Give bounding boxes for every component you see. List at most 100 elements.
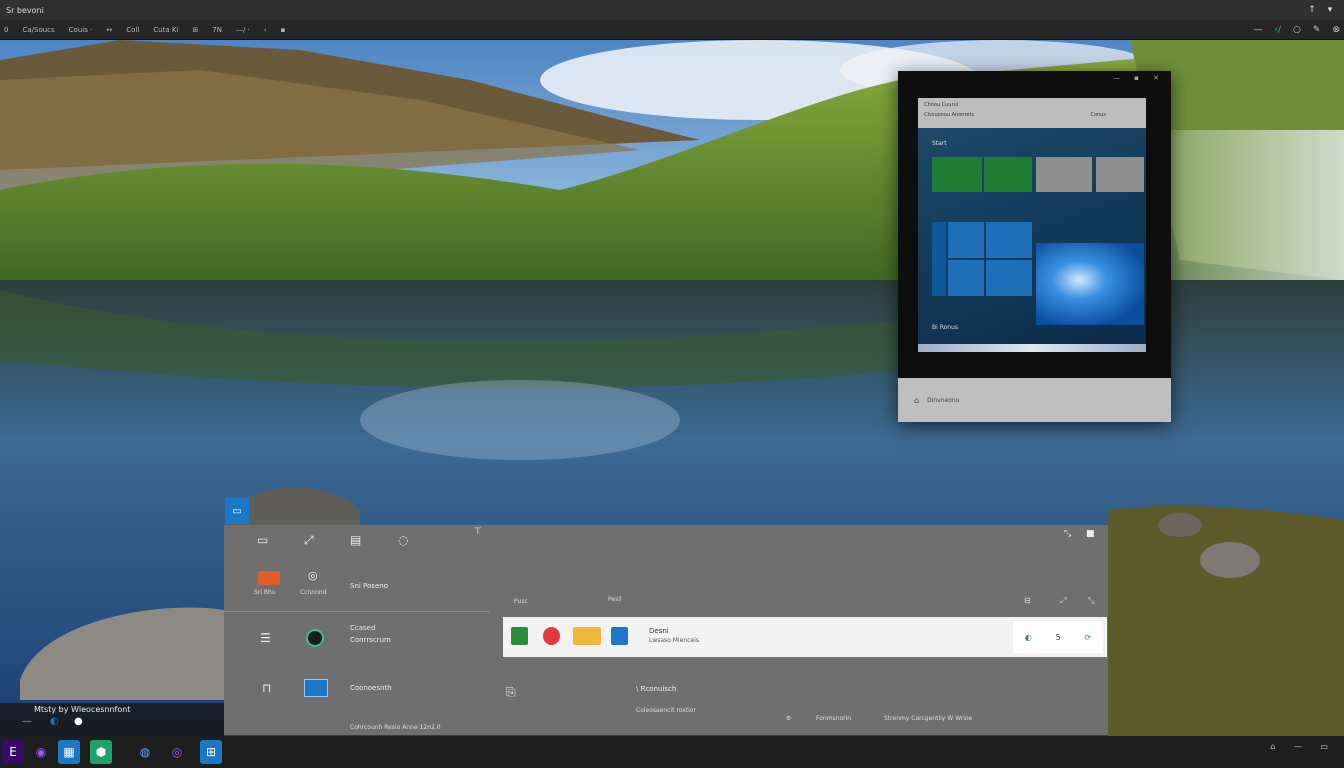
expand-icon[interactable]: ⤢ xyxy=(304,533,314,548)
preview-user-label: Bi Ronus xyxy=(932,324,958,331)
section-label: Pusc xyxy=(514,598,528,605)
window-icon: ▭ xyxy=(232,505,242,517)
toolbar-item[interactable]: Coll xyxy=(126,26,139,34)
preview-tile[interactable] xyxy=(932,222,946,296)
app-icon[interactable] xyxy=(611,627,628,645)
recommended-sub: Coleosaencit roxtior xyxy=(636,707,696,714)
notification-text: Mtsty by Wleocesnnfont xyxy=(34,705,131,714)
list-item-sub: Conrrscrum xyxy=(350,636,391,644)
dot-icon[interactable]: ● xyxy=(74,716,83,727)
pin-button[interactable]: ↑ xyxy=(1304,5,1320,15)
app-hex-icon[interactable]: ⬢ xyxy=(90,740,112,764)
edit-icon[interactable]: ✎ xyxy=(1313,25,1321,35)
settings-icon[interactable]: ⚙ xyxy=(786,715,791,722)
preview-tile[interactable] xyxy=(948,222,984,258)
app-label[interactable]: Sri Rhu xyxy=(254,589,276,596)
app-window-icon[interactable]: ▦ xyxy=(58,740,80,764)
app-title: Sni Poseno xyxy=(350,582,388,590)
app-icon[interactable] xyxy=(306,629,324,647)
system-tray[interactable]: ⌂ — ▭ xyxy=(1270,742,1336,751)
app-circle-icon[interactable]: ◉ xyxy=(30,740,52,764)
lock-icon[interactable]: ⊓ xyxy=(262,681,271,695)
arrow-icon[interactable]: — xyxy=(22,716,32,727)
close-icon[interactable]: ⊗ xyxy=(1332,25,1340,35)
app-e-icon[interactable]: E xyxy=(2,740,24,764)
preview-footer-text: Dinvneonu xyxy=(927,396,960,404)
app-label[interactable]: Ccnnnnd xyxy=(300,589,327,596)
preview-tile[interactable] xyxy=(986,260,1032,296)
recommended-title[interactable]: \ Rconuisch xyxy=(636,685,676,693)
bottom-right-label[interactable]: Fonmsnorin xyxy=(816,715,851,722)
minimize-icon[interactable]: — xyxy=(1253,25,1262,35)
toolbar-item[interactable]: —/ · xyxy=(236,26,250,34)
document-icon[interactable]: ⎘ xyxy=(506,685,516,700)
list-icon[interactable]: ☰ xyxy=(260,631,271,645)
number-icon[interactable]: 5 xyxy=(1056,633,1061,642)
toolbar-item[interactable]: ↔ xyxy=(106,26,112,34)
list-icon[interactable]: ▤ xyxy=(350,533,361,547)
status-icon[interactable]: ‹/ xyxy=(1274,25,1281,35)
folder-icon[interactable] xyxy=(573,627,601,645)
left-notification: Mtsty by Wleocesnnfont — ◐ ● xyxy=(0,703,224,736)
refresh-icon[interactable]: ⟳ xyxy=(1084,633,1091,642)
camera-icon[interactable]: ◎ xyxy=(308,569,318,582)
toolbar-item[interactable]: 0 xyxy=(4,26,8,34)
preview-header-right: Conus xyxy=(1090,112,1107,118)
pinned-title: Desni xyxy=(649,627,669,635)
preview-tile[interactable] xyxy=(932,157,982,192)
resize-icon[interactable]: ⤡ xyxy=(1064,529,1071,539)
app-icon[interactable] xyxy=(258,571,280,585)
preview-start-label: Start xyxy=(932,140,947,147)
pinned-sub: Lwsaso Mienceis xyxy=(649,637,699,644)
expand-icon[interactable]: ⤢ xyxy=(1060,596,1066,606)
preview-tile[interactable] xyxy=(1036,157,1092,192)
toolbar-item[interactable]: ‹ xyxy=(264,26,267,34)
preview-tile[interactable] xyxy=(1096,157,1144,192)
start-panel: ▭ ⤢ ▤ ◌ ⊤ ⤡ ■ Sri Rhu ◎ Ccnnnnd Sni Pose… xyxy=(224,525,1108,735)
circle-icon[interactable]: ○ xyxy=(1293,25,1301,35)
maximize-icon[interactable]: ■ xyxy=(1086,529,1095,539)
toolbar-item[interactable]: Ca/Soucs xyxy=(22,26,54,34)
app-icon[interactable] xyxy=(511,627,528,645)
pinned-right: ◐ 5 ⟳ xyxy=(1013,621,1103,653)
grid-icon[interactable]: ⊟ xyxy=(1024,596,1031,605)
circle-icon[interactable]: ◌ xyxy=(398,533,408,547)
app-grid-icon[interactable]: ⊞ xyxy=(200,740,222,764)
pin-icon[interactable]: ⊤ xyxy=(474,527,482,537)
edge-icon[interactable]: ◐ xyxy=(50,716,59,727)
toolbar-item[interactable]: Cuta Ki xyxy=(153,26,178,34)
preview-header-line1: Chnou Cuurul xyxy=(924,102,959,108)
preview-header: Chnou Cuurul Clvsuonou Anonrets Conus xyxy=(918,98,1146,128)
toolbar: 0 Ca/Soucs Couis · ↔ Coll Cuta Ki ⊞ 7N —… xyxy=(0,20,1344,40)
preview-tile[interactable] xyxy=(986,222,1032,258)
resize-icon[interactable]: ⤡ xyxy=(1088,596,1094,606)
preview-header-line2: Clvsuonou Anonrets xyxy=(924,112,975,118)
toolbar-item[interactable]: 7N xyxy=(212,26,222,34)
preview-window[interactable]: — ▪ ✕ Chnou Cuurul Clvsuonou Anonrets Co… xyxy=(898,71,1171,422)
preview-taskbar xyxy=(918,344,1146,352)
pinned-apps-bar: Desni Lwsaso Mienceis ◐ 5 ⟳ xyxy=(503,617,1107,657)
app-browser-icon[interactable]: ◍ xyxy=(134,740,156,764)
app-icon[interactable] xyxy=(543,627,560,645)
title-bar: Sr bevoni ↑ ▾ xyxy=(0,0,1344,20)
list-item-title[interactable]: Coonoesnth xyxy=(350,684,392,692)
device-icon: ⌂ xyxy=(914,395,920,405)
preview-screen: Chnou Cuurul Clvsuonou Anonrets Conus St… xyxy=(918,98,1146,352)
status-icon[interactable]: ◐ xyxy=(1025,633,1032,642)
app-ring-icon[interactable]: ◎ xyxy=(166,740,188,764)
bottom-right-label[interactable]: Strenmy Carcgentiiy W Wrioe xyxy=(884,715,972,722)
menu-button[interactable]: ▾ xyxy=(1322,5,1338,15)
preview-tile[interactable] xyxy=(948,260,984,296)
list-item-title[interactable]: Ccased xyxy=(350,624,375,632)
preview-tile[interactable] xyxy=(984,157,1032,192)
section-label: Pesil xyxy=(608,596,622,603)
toolbar-item[interactable]: ▪ xyxy=(281,26,286,34)
start-button[interactable]: ▭ xyxy=(225,498,249,524)
window-icon[interactable]: ▭ xyxy=(257,533,268,547)
taskbar: E ◉ ▦ ⬢ ◍ ◎ ⊞ ⌂ — ▭ xyxy=(0,736,1344,768)
toolbar-item[interactable]: ⊞ xyxy=(192,26,198,34)
app-icon[interactable] xyxy=(304,679,328,697)
window-title: Sr bevoni xyxy=(6,5,44,15)
toolbar-item[interactable]: Couis · xyxy=(69,26,93,34)
window-controls[interactable]: — ▪ ✕ xyxy=(1113,74,1165,82)
